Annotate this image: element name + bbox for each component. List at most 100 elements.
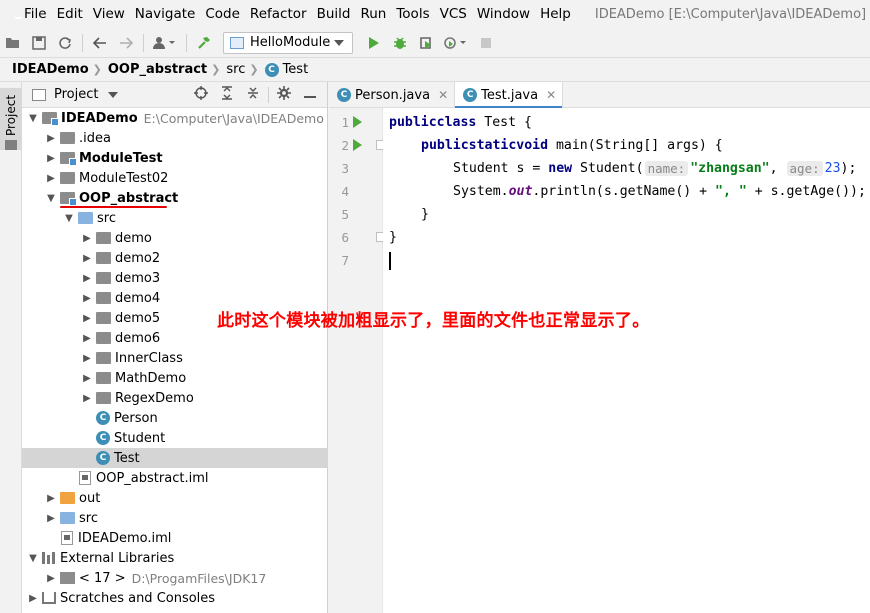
menu-navigate[interactable]: Navigate bbox=[135, 6, 196, 22]
tree-item-package[interactable]: ▶ demo bbox=[22, 228, 328, 248]
chevron-right-icon[interactable]: ▶ bbox=[44, 513, 58, 524]
close-icon[interactable]: ✕ bbox=[546, 88, 556, 102]
chevron-right-icon[interactable]: ▶ bbox=[80, 273, 94, 284]
tree-item-label: demo bbox=[115, 230, 152, 246]
tree-item-package[interactable]: ▶ demo3 bbox=[22, 268, 328, 288]
stop-icon[interactable] bbox=[473, 30, 499, 56]
expand-all-icon[interactable] bbox=[214, 86, 240, 104]
tree-item-external-libraries[interactable]: ▼ External Libraries bbox=[22, 548, 328, 568]
sync-icon[interactable] bbox=[52, 30, 78, 56]
chevron-right-icon[interactable]: ▶ bbox=[44, 173, 58, 184]
chevron-down-icon[interactable]: ▼ bbox=[26, 113, 40, 124]
chevron-down-icon[interactable]: ▼ bbox=[44, 193, 58, 204]
tree-item-label: IDEADemo bbox=[61, 110, 138, 126]
tree-item-package[interactable]: ▶ demo6 bbox=[22, 328, 328, 348]
tree-item-class[interactable]: C Person bbox=[22, 408, 328, 428]
code-text: Student s = bbox=[453, 161, 549, 176]
save-all-icon[interactable] bbox=[26, 30, 52, 56]
tree-item-scratches[interactable]: ▶ Scratches and Consoles bbox=[22, 588, 328, 608]
menu-code[interactable]: Code bbox=[205, 6, 240, 22]
run-configuration-select[interactable]: HelloModule bbox=[223, 31, 353, 54]
tree-item-package[interactable]: ▶ InnerClass bbox=[22, 348, 328, 368]
tree-item-package[interactable]: ▶ MathDemo bbox=[22, 368, 328, 388]
chevron-down-icon[interactable]: ▼ bbox=[62, 213, 76, 224]
menu-refactor[interactable]: Refactor bbox=[250, 6, 307, 22]
tree-item-package[interactable]: ▶ RegexDemo bbox=[22, 388, 328, 408]
chevron-right-icon[interactable]: ▶ bbox=[80, 353, 94, 364]
menu-build[interactable]: Build bbox=[317, 6, 351, 22]
tree-item-src[interactable]: ▶ src bbox=[22, 508, 328, 528]
menu-edit[interactable]: Edit bbox=[57, 6, 83, 22]
keyword: class bbox=[436, 115, 477, 130]
profile-run-icon[interactable] bbox=[439, 30, 473, 56]
chevron-right-icon[interactable]: ▶ bbox=[80, 233, 94, 244]
settings-gear-icon[interactable] bbox=[271, 86, 297, 104]
breadcrumb-module[interactable]: OOP_abstract bbox=[108, 62, 207, 77]
tree-item-src[interactable]: ▼ src bbox=[22, 208, 328, 228]
menu-view[interactable]: View bbox=[93, 6, 125, 22]
menu-tools[interactable]: Tools bbox=[396, 6, 429, 22]
chevron-right-icon[interactable]: ▶ bbox=[80, 293, 94, 304]
chevron-right-icon: ❯ bbox=[211, 63, 221, 76]
build-hammer-icon[interactable] bbox=[191, 30, 217, 56]
chevron-right-icon[interactable]: ▶ bbox=[80, 333, 94, 344]
menu-window[interactable]: Window bbox=[477, 6, 530, 22]
menu-file[interactable]: File bbox=[24, 6, 47, 22]
tree-item-out[interactable]: ▶ out bbox=[22, 488, 328, 508]
tab-label: Person.java bbox=[355, 87, 431, 103]
tree-item-package[interactable]: ▶ demo2 bbox=[22, 248, 328, 268]
chevron-right-icon: ❯ bbox=[92, 63, 102, 76]
chevron-right-icon[interactable]: ▶ bbox=[80, 393, 94, 404]
chevron-right-icon[interactable]: ▶ bbox=[26, 593, 40, 604]
chevron-right-icon[interactable]: ▶ bbox=[44, 133, 58, 144]
tree-item-label: RegexDemo bbox=[115, 390, 194, 406]
menu-vcs[interactable]: VCS bbox=[440, 6, 467, 22]
debug-icon[interactable] bbox=[387, 30, 413, 56]
chevron-right-icon[interactable]: ▶ bbox=[80, 253, 94, 264]
tree-item-iml-file[interactable]: OOP_abstract.iml bbox=[22, 468, 328, 488]
chevron-right-icon[interactable]: ▶ bbox=[44, 493, 58, 504]
module-folder-icon bbox=[60, 192, 77, 206]
tree-item-moduletest02[interactable]: ▶ ModuleTest02 bbox=[22, 168, 328, 188]
breadcrumb-file[interactable]: Test bbox=[283, 62, 309, 77]
project-view-select[interactable]: Project bbox=[54, 87, 98, 102]
project-tool-tab[interactable]: Project bbox=[0, 88, 22, 150]
tree-item-oop-abstract[interactable]: ▼ OOP_abstract bbox=[22, 188, 328, 208]
tree-item-iml-file[interactable]: IDEADemo.iml bbox=[22, 528, 328, 548]
tree-item-moduletest[interactable]: ▶ ModuleTest bbox=[22, 148, 328, 168]
code-area[interactable]: public class Test { public static void m… bbox=[383, 108, 870, 613]
menu-help[interactable]: Help bbox=[540, 6, 571, 22]
user-vcs-icon[interactable] bbox=[148, 30, 182, 56]
tree-item-jdk[interactable]: ▶ < 17 > D:\ProgamFiles\JDK17 bbox=[22, 568, 328, 588]
close-icon[interactable]: ✕ bbox=[438, 88, 448, 102]
hide-panel-icon[interactable] bbox=[297, 87, 323, 103]
run-method-icon[interactable] bbox=[353, 139, 362, 151]
menu-run[interactable]: Run bbox=[360, 6, 386, 22]
tree-item-package[interactable]: ▶ demo4 bbox=[22, 288, 328, 308]
run-icon[interactable] bbox=[361, 30, 387, 56]
tab-person-java[interactable]: C Person.java ✕ bbox=[329, 82, 456, 108]
chevron-down-icon[interactable] bbox=[108, 91, 119, 98]
locate-file-icon[interactable] bbox=[188, 86, 214, 104]
tree-item-class-selected[interactable]: C Test bbox=[22, 448, 328, 468]
package-icon bbox=[96, 232, 111, 244]
tree-item-idea[interactable]: ▶ .idea bbox=[22, 128, 328, 148]
back-arrow-icon[interactable] bbox=[87, 30, 113, 56]
chevron-right-icon[interactable]: ▶ bbox=[80, 313, 94, 324]
tree-item-ideademo[interactable]: ▼ IDEADemo E:\Computer\Java\IDEADemo bbox=[22, 108, 328, 128]
breadcrumb-src[interactable]: src bbox=[226, 62, 245, 77]
chevron-right-icon[interactable]: ▶ bbox=[44, 573, 58, 584]
coverage-icon[interactable] bbox=[413, 30, 439, 56]
collapse-all-icon[interactable] bbox=[240, 86, 266, 104]
keyword: static bbox=[468, 138, 517, 153]
tree-item-class[interactable]: C Student bbox=[22, 428, 328, 448]
breadcrumb-project[interactable]: IDEADemo bbox=[12, 62, 89, 77]
open-folder-icon[interactable] bbox=[0, 30, 26, 56]
chevron-right-icon[interactable]: ▶ bbox=[44, 153, 58, 164]
forward-arrow-icon[interactable] bbox=[113, 30, 139, 56]
tab-test-java[interactable]: C Test.java ✕ bbox=[455, 82, 564, 109]
chevron-down-icon[interactable]: ▼ bbox=[26, 553, 40, 564]
class-icon: C bbox=[96, 411, 110, 425]
run-class-icon[interactable] bbox=[353, 116, 362, 128]
chevron-right-icon[interactable]: ▶ bbox=[80, 373, 94, 384]
